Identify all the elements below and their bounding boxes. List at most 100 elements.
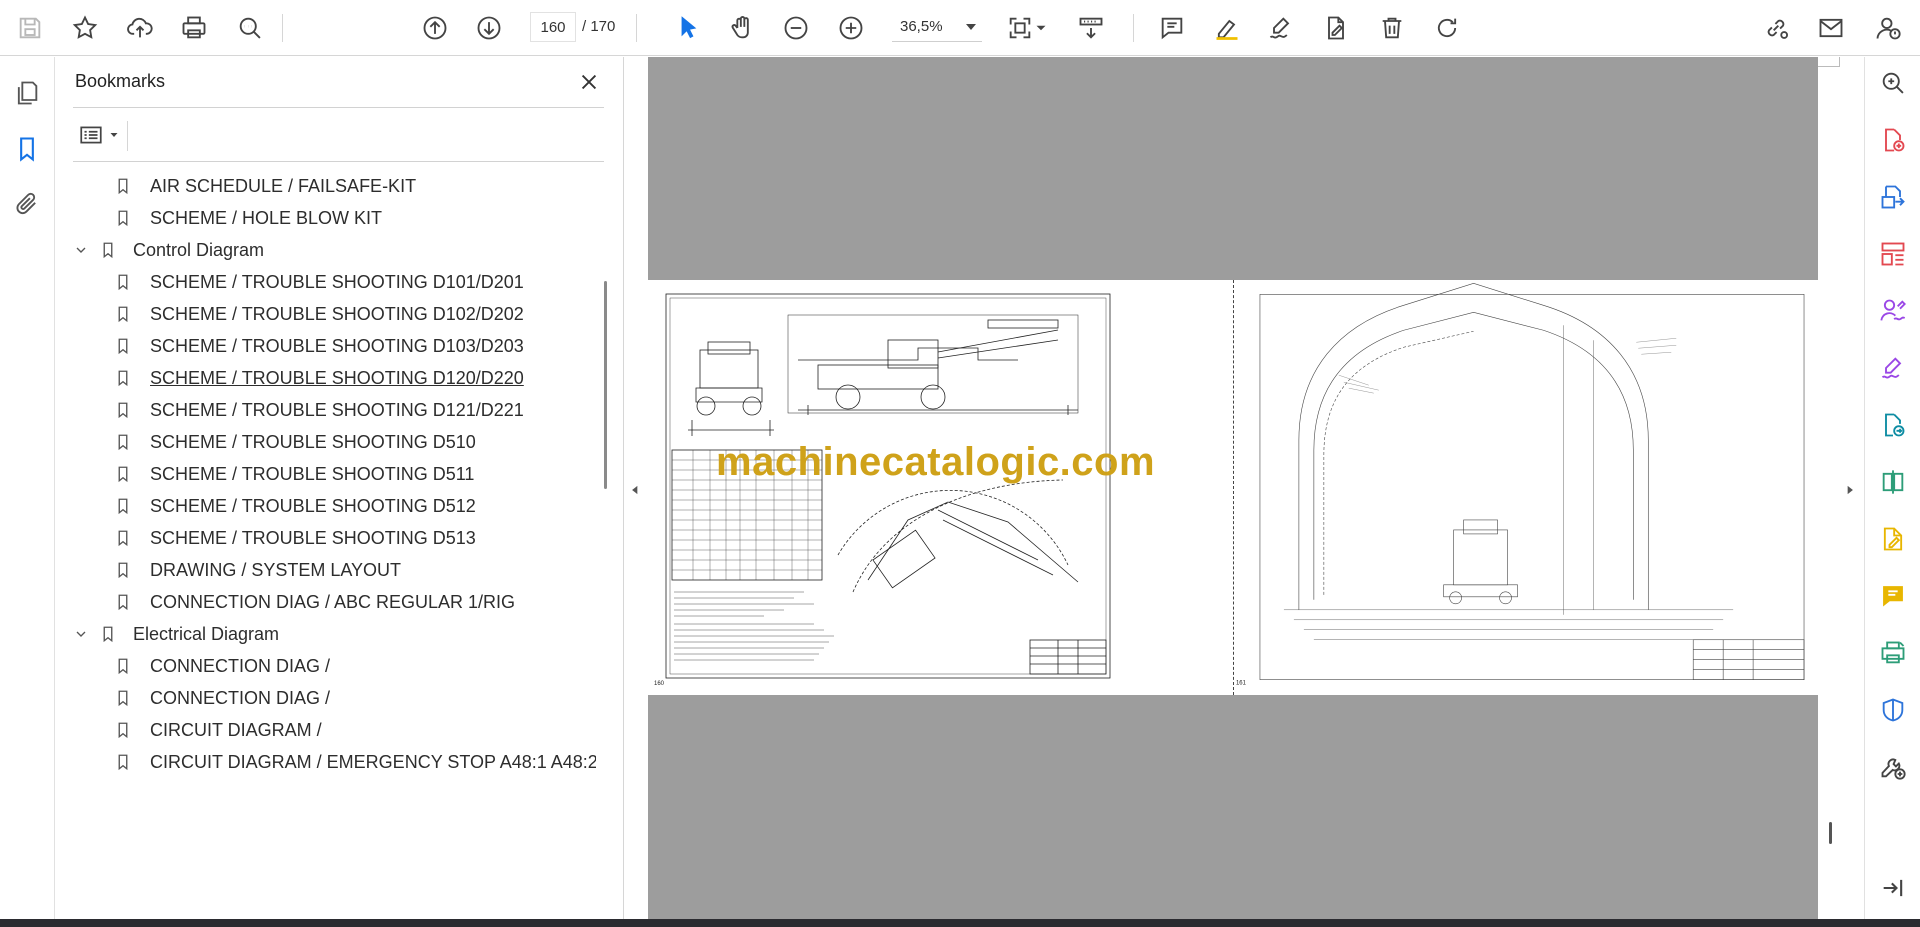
bookmark-icon xyxy=(114,527,132,549)
bookmark-item[interactable]: SCHEME / TROUBLE SHOOTING D103/D203 xyxy=(114,330,524,362)
bookmark-icon xyxy=(114,175,132,197)
email-icon[interactable] xyxy=(1813,10,1849,46)
sign-icon[interactable] xyxy=(1263,10,1299,46)
account-help-icon[interactable] xyxy=(1870,10,1906,46)
bookmarks-panel: Bookmarks AIR SCHEDULE / FAILSAFE-KIT SC… xyxy=(56,57,624,919)
bookmark-label: SCHEME / TROUBLE SHOOTING D511 xyxy=(150,463,475,484)
chevron-down-icon xyxy=(966,23,976,30)
bookmark-label: SCHEME / TROUBLE SHOOTING D101/D201 xyxy=(150,271,524,292)
close-icon[interactable] xyxy=(576,69,602,95)
fill-sign-icon[interactable] xyxy=(1877,352,1909,384)
bookmark-options-button[interactable] xyxy=(74,119,122,151)
bookmark-label: DRAWING / SYSTEM LAYOUT xyxy=(150,559,402,580)
bookmark-item[interactable]: DRAWING / SYSTEM LAYOUT xyxy=(114,554,401,586)
divider xyxy=(127,121,128,151)
zoom-in-icon[interactable] xyxy=(833,10,869,46)
comment-tool-icon[interactable] xyxy=(1877,580,1909,612)
save-icon[interactable] xyxy=(12,10,48,46)
bookmark-item[interactable]: CIRCUIT DIAGRAM / xyxy=(114,714,322,746)
bookmark-item[interactable]: SCHEME / TROUBLE SHOOTING D511 xyxy=(114,458,474,490)
bookmark-group[interactable]: Electrical Diagram xyxy=(71,618,279,650)
bookmark-icon xyxy=(114,431,132,453)
bookmarks-scrollbar[interactable] xyxy=(597,169,607,909)
find-icon[interactable] xyxy=(232,10,268,46)
bookmark-item[interactable]: SCHEME / TROUBLE SHOOTING D513 xyxy=(114,522,476,554)
list-options-icon xyxy=(80,126,102,144)
share-link-icon[interactable] xyxy=(1758,10,1794,46)
bookmark-item[interactable]: CONNECTION DIAG / xyxy=(114,650,330,682)
scroll-mode-icon[interactable] xyxy=(1073,10,1109,46)
bookmark-item[interactable]: SCHEME / TROUBLE SHOOTING D121/D221 xyxy=(114,394,524,426)
bookmark-item[interactable]: CONNECTION DIAG / ABC REGULAR 1/RIG xyxy=(114,586,515,618)
bookmark-label: SCHEME / TROUBLE SHOOTING D513 xyxy=(150,527,476,548)
bookmark-label: SCHEME / HOLE BLOW KIT xyxy=(150,207,383,228)
bookmark-label: CONNECTION DIAG / ABC REGULAR 1/RIG xyxy=(150,591,516,612)
bookmark-icon xyxy=(114,495,132,517)
bookmark-label: AIR SCHEDULE / FAILSAFE-KIT xyxy=(150,175,417,196)
bookmark-icon xyxy=(114,271,132,293)
bookmark-item-hovered[interactable]: SCHEME / TROUBLE SHOOTING D120/D220 xyxy=(114,362,524,394)
bookmark-group[interactable]: Control Diagram xyxy=(71,234,264,266)
hand-icon[interactable] xyxy=(724,10,760,46)
zoom-out-icon[interactable] xyxy=(778,10,814,46)
compare-icon[interactable] xyxy=(1877,466,1909,498)
toolbar-separator xyxy=(1133,14,1134,42)
bookmark-item[interactable]: CIRCUIT DIAGRAM / EMERGENCY STOP A48:1 A… xyxy=(114,746,596,778)
request-sign-icon[interactable] xyxy=(1877,295,1909,327)
attachments-icon[interactable] xyxy=(10,187,44,221)
edit-fill-icon[interactable] xyxy=(1318,10,1354,46)
chevron-down-icon[interactable] xyxy=(71,624,91,644)
prev-page-icon[interactable] xyxy=(417,10,453,46)
page-number-input[interactable] xyxy=(530,12,576,42)
bookmark-item[interactable]: SCHEME / TROUBLE SHOOTING D510 xyxy=(114,426,476,458)
convert-pdf-icon[interactable] xyxy=(1877,409,1909,441)
divider xyxy=(73,161,604,162)
bookmark-label: SCHEME / TROUBLE SHOOTING D512 xyxy=(150,495,476,516)
next-page-icon[interactable] xyxy=(471,10,507,46)
bookmark-icon xyxy=(114,207,132,229)
bookmark-item[interactable]: SCHEME / TROUBLE SHOOTING D101/D201 xyxy=(114,266,524,298)
bookmark-item[interactable]: SCHEME / TROUBLE SHOOTING D102/D202 xyxy=(114,298,524,330)
upload-icon[interactable] xyxy=(122,10,158,46)
bookmarks-scroll-thumb[interactable] xyxy=(604,281,607,489)
page-thumbnails-icon[interactable] xyxy=(10,76,44,110)
more-tools-icon[interactable] xyxy=(1877,751,1909,783)
rotate-icon[interactable] xyxy=(1429,10,1465,46)
navigation-rail xyxy=(0,57,55,919)
bookmark-item[interactable]: CONNECTION DIAG / xyxy=(114,682,330,714)
print-icon[interactable] xyxy=(176,10,212,46)
bookmarks-icon[interactable] xyxy=(10,132,44,166)
bookmark-icon xyxy=(114,751,132,773)
pdf-page-right: 161 xyxy=(1233,280,1818,695)
bookmark-label: SCHEME / TROUBLE SHOOTING D510 xyxy=(150,431,476,452)
main-toolbar: / 170 36,5% xyxy=(0,0,1920,56)
document-scrollbar[interactable] xyxy=(1829,822,1832,844)
chevron-down-icon[interactable] xyxy=(71,240,91,260)
protect-icon[interactable] xyxy=(1877,694,1909,726)
collapse-left-panel-icon[interactable] xyxy=(625,480,645,500)
bookmark-label: Control Diagram xyxy=(133,239,265,260)
bookmark-item[interactable]: SCHEME / TROUBLE SHOOTING D512 xyxy=(114,490,476,522)
star-icon[interactable] xyxy=(67,10,103,46)
taskbar-strip xyxy=(0,919,1920,927)
bookmark-item[interactable]: SCHEME / HOLE BLOW KIT xyxy=(114,202,382,234)
edit-pdf-icon[interactable] xyxy=(1877,523,1909,555)
comment-icon[interactable] xyxy=(1154,10,1190,46)
highlight-icon[interactable] xyxy=(1209,10,1245,46)
organize-pages-icon[interactable] xyxy=(1877,238,1909,270)
drawing-left: 160 xyxy=(654,293,1111,687)
print-production-icon[interactable] xyxy=(1877,637,1909,669)
fit-dropdown-chevron-icon[interactable] xyxy=(1032,10,1050,46)
expand-panel-icon[interactable] xyxy=(1877,872,1909,904)
create-pdf-icon[interactable] xyxy=(1877,124,1909,156)
delete-icon[interactable] xyxy=(1374,10,1410,46)
export-pdf-icon[interactable] xyxy=(1877,181,1909,213)
zoom-dropdown[interactable]: 36,5% xyxy=(892,12,982,42)
zoom-search-icon[interactable] xyxy=(1877,67,1909,99)
bookmark-item[interactable]: AIR SCHEDULE / FAILSAFE-KIT xyxy=(114,170,416,202)
select-arrow-icon[interactable] xyxy=(670,10,706,46)
bookmark-label: CONNECTION DIAG / xyxy=(150,687,331,708)
collapse-right-panel-icon[interactable] xyxy=(1840,480,1860,500)
bookmark-label: CIRCUIT DIAGRAM / EMERGENCY STOP A48:1 A… xyxy=(150,751,596,772)
bookmark-icon xyxy=(114,591,132,613)
